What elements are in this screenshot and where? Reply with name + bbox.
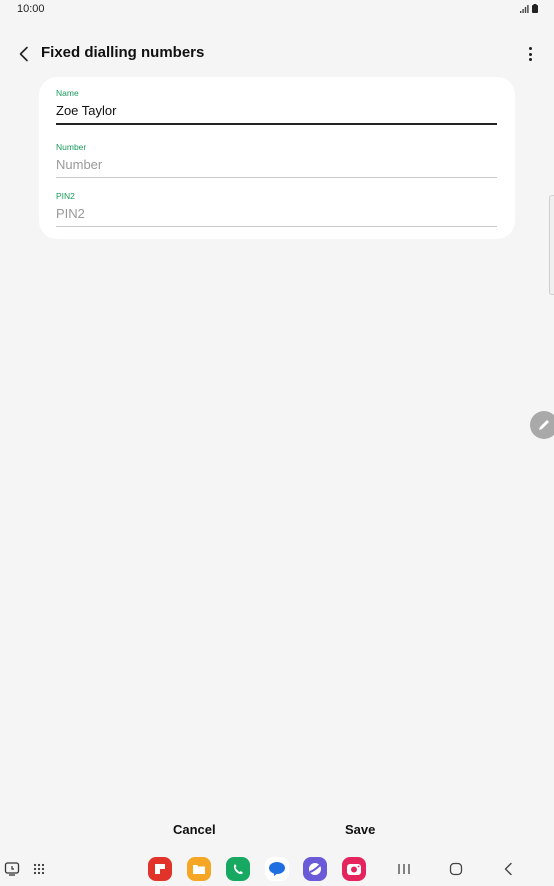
more-options-button[interactable] <box>520 42 540 66</box>
nav-back-button[interactable] <box>496 857 520 881</box>
more-dot-icon <box>528 52 532 56</box>
save-button[interactable]: Save <box>345 822 375 837</box>
pin2-field: PIN2 <box>56 191 497 227</box>
more-dot-icon <box>528 47 532 50</box>
flipboard-app-icon[interactable] <box>148 857 172 881</box>
signal-icon <box>520 5 529 13</box>
app-drawer-button[interactable] <box>27 857 51 881</box>
recents-panel-icon <box>4 862 20 876</box>
battery-icon <box>532 4 538 13</box>
chevron-left-icon <box>19 46 28 62</box>
number-input[interactable] <box>56 152 497 177</box>
back-arrow-icon <box>504 862 512 876</box>
more-dot-icon <box>528 58 532 61</box>
messages-app-icon[interactable] <box>265 857 289 881</box>
name-field: Name <box>56 88 497 125</box>
name-label: Name <box>56 88 79 98</box>
my-files-app-icon[interactable] <box>187 857 211 881</box>
number-label: Number <box>56 142 87 152</box>
number-field: Number <box>56 142 497 178</box>
app-header: Fixed dialling numbers <box>0 36 554 72</box>
pen-button[interactable] <box>530 411 554 439</box>
phone-app-icon[interactable] <box>226 857 250 881</box>
bottom-actions: Cancel Save <box>0 820 554 842</box>
navigation-bar <box>0 852 554 886</box>
pin2-input[interactable] <box>56 201 497 226</box>
pencil-icon <box>539 420 549 430</box>
name-underline <box>56 123 497 125</box>
camera-app-icon[interactable] <box>342 857 366 881</box>
recents-button[interactable] <box>392 857 416 881</box>
fdn-form-card: Name Number PIN2 <box>39 77 515 239</box>
home-icon <box>449 862 463 876</box>
page-title: Fixed dialling numbers <box>41 44 205 61</box>
grid-dots-icon <box>33 863 45 875</box>
number-underline <box>56 177 497 178</box>
name-input[interactable] <box>56 98 497 123</box>
home-button[interactable] <box>444 857 468 881</box>
edge-panel-handle[interactable] <box>549 195 554 295</box>
internet-app-icon[interactable] <box>303 857 327 881</box>
recents-icon <box>398 864 410 874</box>
cancel-button[interactable]: Cancel <box>173 822 216 837</box>
pin2-underline <box>56 226 497 227</box>
status-icons <box>520 4 538 13</box>
status-time: 10:00 <box>17 3 45 15</box>
recent-apps-panel-button[interactable] <box>0 857 24 881</box>
back-button[interactable] <box>12 42 36 66</box>
pin2-label: PIN2 <box>56 191 75 201</box>
status-bar: 10:00 <box>0 0 554 20</box>
